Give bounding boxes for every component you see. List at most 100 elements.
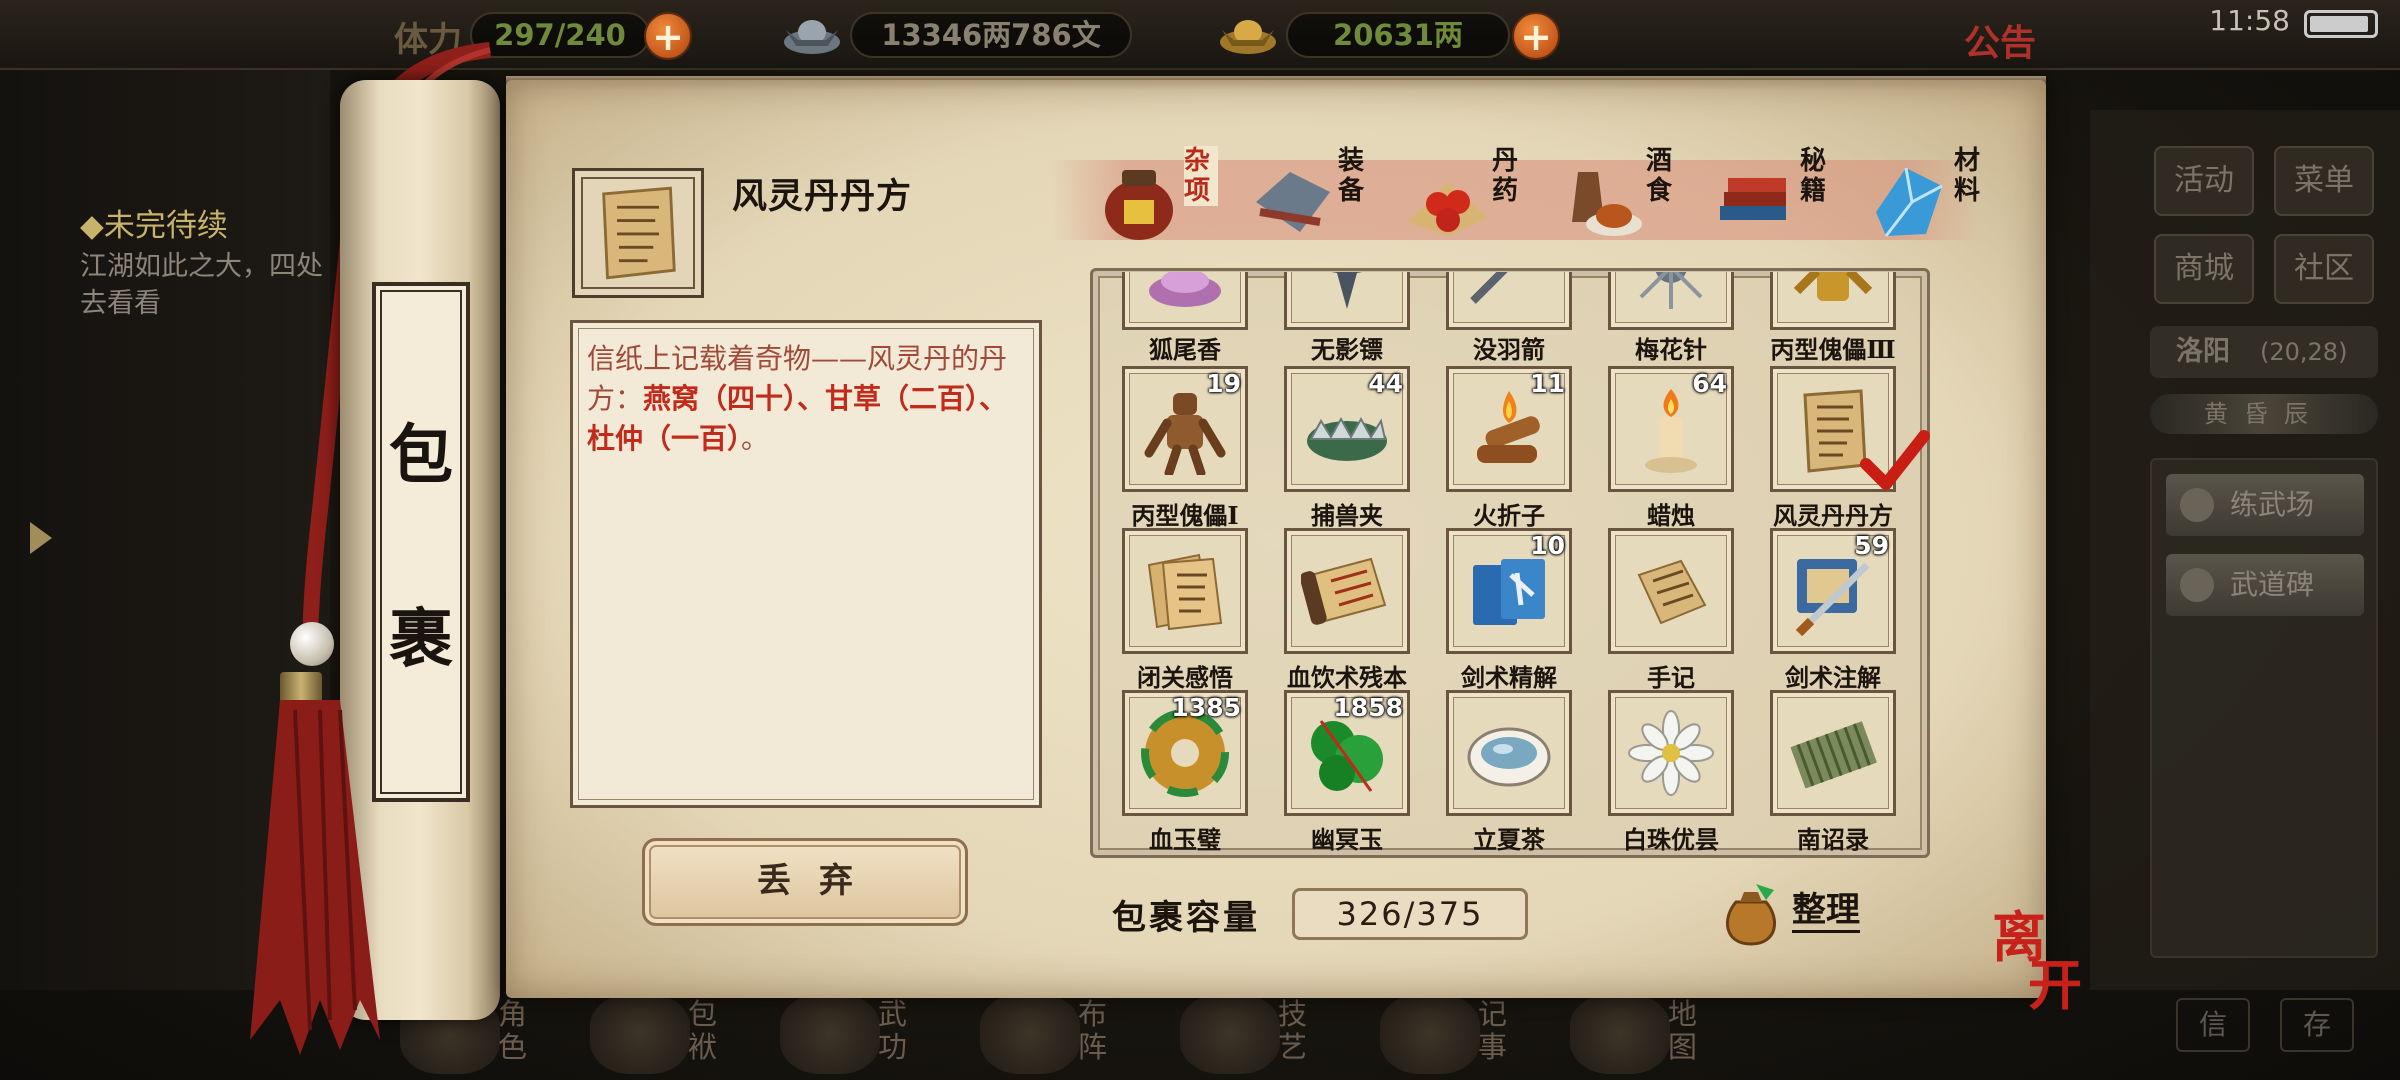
mail-button[interactable]: 信: [2176, 998, 2250, 1052]
tassel-decoration: [250, 700, 380, 1055]
inventory-slot[interactable]: [1770, 690, 1896, 816]
item-count: 59: [1854, 531, 1889, 560]
location-display[interactable]: 洛阳 (20,28): [2150, 326, 2378, 378]
nav-martial-arts[interactable]: 武功: [780, 990, 950, 1080]
sort-button[interactable]: 整理: [1792, 890, 1860, 933]
slot-name: 白珠优昙: [1623, 825, 1719, 854]
armor-icon: [1256, 172, 1330, 232]
selected-item-thumbnail: [572, 168, 704, 298]
tea-icon: [1467, 727, 1551, 787]
slot-name: 剑术精解: [1461, 663, 1557, 692]
add-stamina-button[interactable]: +: [644, 12, 692, 60]
nav-label: 地图: [1668, 997, 1698, 1064]
wine-food-icon: [1572, 172, 1642, 236]
inventory-slot[interactable]: 1385: [1122, 690, 1248, 816]
activity-button[interactable]: 活动: [2154, 146, 2254, 216]
jade-bead: [290, 622, 334, 666]
notice-button[interactable]: 公告: [1964, 14, 2036, 66]
desc-ingredients: 燕窝（四十）、甘草（二百）、杜仲（一百）: [587, 382, 1008, 455]
slot-name: 风灵丹丹方: [1773, 501, 1893, 530]
slot-name: 梅花针: [1635, 335, 1707, 364]
item-count: 1385: [1171, 693, 1241, 722]
slot-name: 捕兽夹: [1311, 501, 1383, 530]
item-description: 信纸上记载着奇物——风灵丹的丹方：燕窝（四十）、甘草（二百）、杜仲（一百）。: [587, 339, 1035, 459]
inventory-slot[interactable]: 1858: [1284, 690, 1410, 816]
tab-materials[interactable]: 材料: [1846, 146, 2008, 240]
slot-name: 幽冥玉: [1311, 825, 1383, 854]
bagua-icon: [980, 994, 1080, 1074]
books-icon: [1720, 178, 1786, 220]
silver-value: 13346两786文: [850, 12, 1132, 58]
category-tabs: 杂项 装备 丹药 酒食 秘籍 材料: [1050, 146, 1980, 240]
item-count: 44: [1368, 369, 1403, 398]
inventory-slot[interactable]: 10: [1446, 528, 1572, 654]
inventory-slot[interactable]: [1284, 528, 1410, 654]
inventory-slot[interactable]: 64: [1608, 366, 1734, 492]
paper-edge: [506, 76, 2046, 90]
inventory-slot[interactable]: [1446, 690, 1572, 816]
tab-label: 丹药: [1492, 146, 1519, 206]
inventory-slot[interactable]: 44: [1284, 366, 1410, 492]
slot-name: 狐尾香: [1149, 335, 1221, 364]
nav-journal[interactable]: 记事: [1380, 990, 1550, 1080]
crystal-icon: [1876, 167, 1943, 237]
community-button[interactable]: 社区: [2274, 234, 2374, 304]
inventory-slot[interactable]: 19: [1122, 366, 1248, 492]
notes-icon: [1147, 553, 1223, 631]
discard-button[interactable]: 丢弃: [642, 838, 968, 926]
leave-char-2: 开: [2028, 953, 2082, 1012]
gold-ingot-icon: [1220, 20, 1276, 54]
nav-bag[interactable]: 包袱: [590, 990, 760, 1080]
place-label: 武道碑: [2230, 568, 2315, 601]
tab-pills[interactable]: 丹药: [1384, 146, 1546, 240]
slot-name: 丙型傀儡Ⅰ: [1131, 501, 1239, 530]
leave-button[interactable]: 离 开: [1984, 900, 2094, 1012]
inventory-slot[interactable]: [1122, 528, 1248, 654]
tab-manuals[interactable]: 秘籍: [1692, 146, 1854, 240]
expand-arrow-icon[interactable]: [30, 522, 52, 554]
place-training-ground[interactable]: 练武场: [2166, 474, 2364, 536]
item-count: 64: [1692, 369, 1727, 398]
menu-button[interactable]: 菜单: [2274, 146, 2374, 216]
house-icon: [2180, 488, 2214, 522]
item-count: 11: [1530, 369, 1565, 398]
place-label: 练武场: [2230, 488, 2315, 521]
nav-formation[interactable]: 布阵: [980, 990, 1150, 1080]
tab-label: 酒食: [1646, 146, 1673, 206]
quest-title[interactable]: ◆未完待续: [80, 200, 228, 245]
item-description-box: 信纸上记载着奇物——风灵丹的丹方：燕窝（四十）、甘草（二百）、杜仲（一百）。: [570, 320, 1042, 808]
inventory-slot[interactable]: [1608, 528, 1734, 654]
inventory-slot[interactable]: [1608, 690, 1734, 816]
slot-name: 丙型傀儡Ⅲ: [1770, 335, 1896, 364]
slot-name: 无影镖: [1311, 335, 1383, 364]
tab-misc[interactable]: 杂项: [1076, 146, 1238, 240]
pills-icon: [1408, 182, 1488, 236]
nav-skills[interactable]: 技艺: [1180, 990, 1350, 1080]
jar-icon: [1105, 170, 1173, 240]
inventory-slot[interactable]: 59: [1770, 528, 1896, 654]
place-list: 练武场 武道碑: [2150, 458, 2378, 958]
save-button[interactable]: 存: [2280, 998, 2354, 1052]
selected-item-name: 风灵丹丹方: [732, 176, 913, 217]
pot-icon: [1180, 994, 1280, 1074]
gold-value: 20631两: [1286, 12, 1510, 58]
coin-icon: [2180, 568, 2214, 602]
add-gold-button[interactable]: +: [1512, 12, 1560, 60]
journal-icon: [1380, 994, 1480, 1074]
place-martial-stele[interactable]: 武道碑: [2166, 554, 2364, 616]
status-clock: 11:58: [2209, 4, 2290, 37]
location-coords: (20,28): [2260, 338, 2348, 366]
slot-name: 南诏录: [1797, 825, 1869, 854]
nav-label: 武功: [878, 997, 908, 1064]
slot-name: 蜡烛: [1647, 501, 1695, 530]
silver-ingot-icon: [784, 20, 840, 54]
letter-icon: [1637, 559, 1707, 625]
money-bag-icon[interactable]: [1718, 880, 1784, 948]
tab-equipment[interactable]: 装备: [1230, 146, 1392, 240]
nav-label: 技艺: [1278, 997, 1308, 1064]
inventory-slot[interactable]: 11: [1446, 366, 1572, 492]
tab-food[interactable]: 酒食: [1538, 146, 1700, 240]
nav-map[interactable]: 地图: [1570, 990, 1740, 1080]
slot-name: 手记: [1647, 663, 1695, 692]
shop-button[interactable]: 商城: [2154, 234, 2254, 304]
